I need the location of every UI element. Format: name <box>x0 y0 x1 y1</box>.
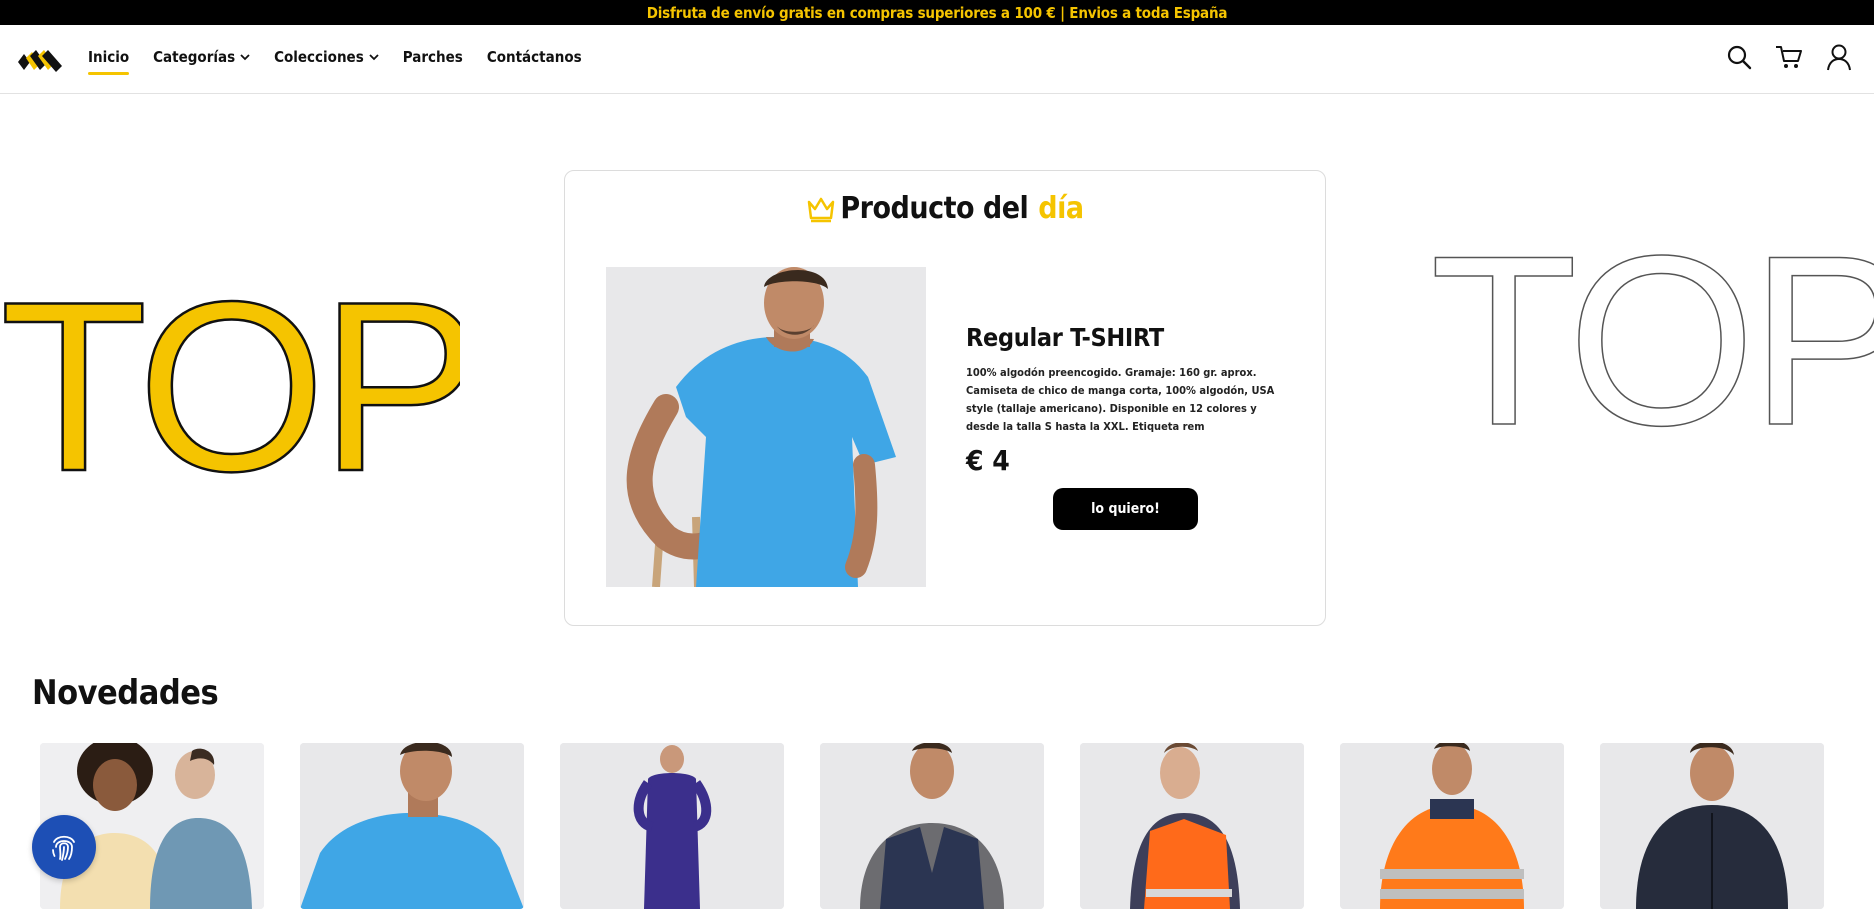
nav-contactanos-label: Contáctanos <box>486 48 582 66</box>
product-info: Regular T-SHIRT 100% algodón preencogido… <box>966 323 1286 477</box>
nav-parches[interactable]: Parches <box>403 45 463 69</box>
svg-text:TOP: TOP <box>0 278 460 488</box>
main-nav: Inicio Categorías Colecciones Parches Co… <box>88 45 606 75</box>
svg-text:TOP: TOP <box>1430 238 1874 438</box>
nav-colecciones-label: Colecciones <box>274 48 364 66</box>
nav-colecciones[interactable]: Colecciones <box>274 45 379 69</box>
product-tile-navy-coverall[interactable] <box>560 743 784 909</box>
user-icon[interactable] <box>1824 42 1854 72</box>
search-icon[interactable] <box>1724 42 1754 72</box>
buy-button[interactable]: lo quiero! <box>1053 488 1198 530</box>
product-tile-navy-vest[interactable] <box>820 743 1044 909</box>
hero-top-right: TOP <box>1430 238 1874 438</box>
chevron-down-icon <box>240 54 250 61</box>
title-highlight: día <box>1038 191 1084 226</box>
cart-icon[interactable] <box>1774 42 1804 72</box>
product-of-day-title: Producto del día <box>565 191 1325 226</box>
product-name[interactable]: Regular T-SHIRT <box>966 323 1286 352</box>
product-tile-hivis-vest[interactable] <box>1080 743 1304 909</box>
announcement-bar: Disfruta de envío gratis en compras supe… <box>0 0 1874 25</box>
product-of-day-card: Producto del día Regular T-SHIRT 100% al… <box>564 170 1326 626</box>
product-tile-blue-tshirt[interactable] <box>300 743 524 909</box>
nav-categorias-label: Categorías <box>153 48 236 66</box>
fingerprint-icon[interactable] <box>32 815 96 879</box>
chevron-down-icon <box>369 54 379 61</box>
brand-logo-icon[interactable] <box>16 44 64 76</box>
announcement-text: Disfruta de envío gratis en compras supe… <box>646 3 1228 22</box>
nav-parches-label: Parches <box>402 48 463 66</box>
product-tile-softshell[interactable] <box>1600 743 1824 909</box>
crown-icon <box>808 197 835 222</box>
nav-inicio-label: Inicio <box>88 48 130 66</box>
header-actions <box>1724 42 1874 72</box>
nav-categorias[interactable]: Categorías <box>153 45 250 69</box>
hero-top-left: TOP <box>0 278 460 488</box>
product-image[interactable] <box>606 267 926 587</box>
nav-inicio[interactable]: Inicio <box>88 45 130 75</box>
product-price: € 4 <box>966 444 1010 477</box>
product-description: 100% algodón preencogido. Gramaje: 160 g… <box>966 366 1275 433</box>
novedades-product-list <box>40 743 1860 909</box>
product-tile-hivis-jacket[interactable] <box>1340 743 1564 909</box>
novedades-title: Novedades <box>32 673 219 713</box>
nav-contactanos[interactable]: Contáctanos <box>487 45 582 69</box>
site-header: Inicio Categorías Colecciones Parches Co… <box>0 25 1874 94</box>
title-prefix: Producto del <box>840 191 1029 226</box>
